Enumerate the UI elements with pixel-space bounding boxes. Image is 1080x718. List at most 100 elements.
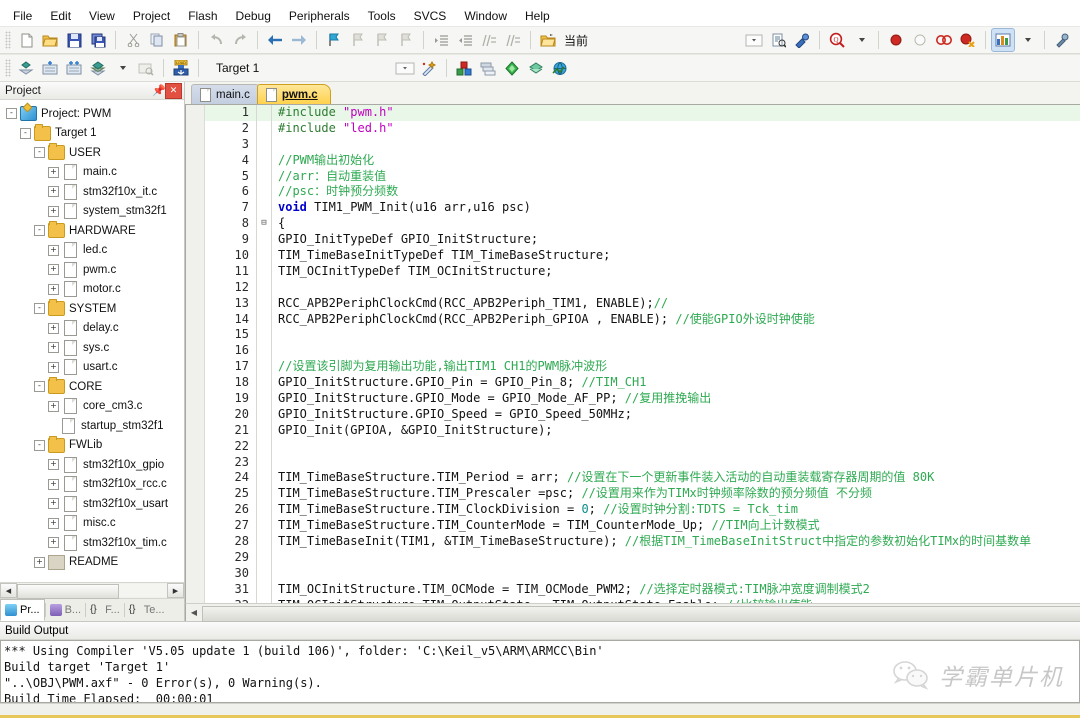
collapse-toggle-icon[interactable]: - [34,439,45,451]
expand-toggle-icon[interactable]: + [48,166,59,178]
code-line[interactable]: 20 GPIO_InitStructure.GPIO_Speed = GPIO_… [205,406,1080,423]
tree-node[interactable]: - USER [0,143,184,163]
stop-build-button[interactable] [134,56,158,80]
tree-node[interactable]: - Target 1 [0,123,184,144]
scroll-thumb[interactable] [17,584,119,599]
navigate-forward-button[interactable] [287,28,311,52]
find-dropdown-button[interactable] [849,28,873,52]
breakpoint-kill-all-button[interactable] [956,28,980,52]
env-button[interactable] [548,56,572,80]
code-line[interactable]: 13 RCC_APB2PeriphClockCmd(RCC_APB2Periph… [205,295,1080,312]
scroll-track[interactable] [17,584,167,599]
tree-node[interactable]: + usart.c [0,358,184,378]
menu-item-view[interactable]: View [80,7,124,25]
expand-toggle-icon[interactable]: + [48,186,59,198]
expand-toggle-icon[interactable]: + [48,342,59,354]
code-line[interactable]: 1 #include "pwm.h" [205,105,1080,121]
code-line[interactable]: 32 TIM_OCInitStructure.TIM_OutputState =… [205,597,1080,603]
tree-node[interactable]: + README [0,553,184,573]
tree-node[interactable]: + motor.c [0,280,184,300]
code-line[interactable]: 7 void TIM1_PWM_Init(u16 arr,u16 psc) [205,200,1080,217]
indent-button[interactable] [429,28,453,52]
breakpoint-insert-button[interactable] [884,28,908,52]
build-output-text[interactable]: *** Using Compiler 'V5.05 update 1 (buil… [0,640,1080,703]
scroll-right-arrow-icon[interactable]: ▶ [167,583,184,598]
editor-tab-main-c[interactable]: main.c [191,84,263,104]
code-line[interactable]: 31 TIM_OCInitStructure.TIM_OCMode = TIM_… [205,581,1080,598]
copy-button[interactable] [145,28,169,52]
breakpoint-disable-all-button[interactable] [932,28,956,52]
fold-toggle-icon[interactable]: ⊟ [256,216,272,233]
code-line[interactable]: 24 TIM_TimeBaseStructure.TIM_Period = ar… [205,470,1080,487]
tree-node[interactable]: + stm32f10x_rcc.c [0,475,184,495]
menu-item-debug[interactable]: Debug [227,7,280,25]
code-line[interactable]: 22 [205,438,1080,455]
expand-toggle-icon[interactable]: + [48,205,59,217]
menu-item-file[interactable]: File [4,7,41,25]
paste-button[interactable] [169,28,193,52]
tree-node[interactable]: - SYSTEM [0,299,184,319]
expand-toggle-icon[interactable]: + [48,478,59,490]
code-view[interactable]: 1 #include "pwm.h" 2 #include "led.h" 3 4 //PW… [185,104,1080,603]
code-line[interactable]: 18 GPIO_InitStructure.GPIO_Pin = GPIO_Pi… [205,375,1080,392]
tab-project[interactable]: Pr... [0,599,45,621]
batch-build-button[interactable] [86,56,110,80]
expand-toggle-icon[interactable]: + [48,537,59,549]
open-file-button[interactable] [38,28,62,52]
undo-button[interactable] [204,28,228,52]
project-tree[interactable]: - Project: PWM - Target 1- USER + main.c + stm32… [0,100,184,582]
tab-books[interactable]: B... [46,600,86,620]
expand-toggle-icon[interactable]: + [48,244,59,256]
tree-node[interactable]: + system_stm32f1 [0,202,184,222]
menu-item-help[interactable]: Help [516,7,559,25]
tree-node[interactable]: - Project: PWM [0,104,184,124]
code-line[interactable]: 8 ⊟ { [205,216,1080,233]
code-line[interactable]: 17 //设置该引脚为复用输出功能,输出TIM1 CH1的PWM脉冲波形 [205,359,1080,376]
tree-node[interactable]: - CORE [0,377,184,397]
code-line[interactable]: 14 RCC_APB2PeriphClockCmd(RCC_APB2Periph… [205,311,1080,328]
find-in-files-button[interactable]: Q [825,28,849,52]
tree-node[interactable]: + main.c [0,163,184,183]
utilities-button[interactable] [1050,28,1074,52]
build-button[interactable] [38,56,62,80]
tab-functions[interactable]: {} F... [86,600,124,620]
current-label[interactable]: 当前 [560,32,592,49]
bookmark-clear-button[interactable] [394,28,418,52]
code-line[interactable]: 9 GPIO_InitTypeDef GPIO_InitStructure; [205,232,1080,249]
tree-node[interactable]: - HARDWARE [0,221,184,241]
menu-item-flash[interactable]: Flash [179,7,226,25]
collapse-toggle-icon[interactable]: - [34,303,45,315]
tree-node[interactable]: + stm32f10x_gpio [0,455,184,475]
code-line[interactable]: 4 //PWM输出初始化 [205,152,1080,169]
code-line[interactable]: 30 [205,565,1080,582]
code-line[interactable]: 11 TIM_OCInitTypeDef TIM_OCInitStructure… [205,263,1080,280]
batch-build-dropdown[interactable] [110,56,134,80]
tree-node[interactable]: + sys.c [0,338,184,358]
collapse-toggle-icon[interactable]: - [34,147,45,159]
menu-item-project[interactable]: Project [124,7,179,25]
code-line[interactable]: 23 [205,454,1080,471]
menu-item-edit[interactable]: Edit [41,7,80,25]
scroll-thumb[interactable] [202,605,1080,622]
download-button[interactable]: LOAD [169,56,193,80]
navigate-back-button[interactable] [263,28,287,52]
window-layout-dropdown[interactable] [1015,28,1039,52]
collapse-toggle-icon[interactable]: - [6,108,17,120]
collapse-toggle-icon[interactable]: - [34,381,45,393]
expand-toggle-icon[interactable]: + [48,459,59,471]
menu-item-window[interactable]: Window [455,7,516,25]
close-icon[interactable]: ✕ [165,82,182,99]
manage-project-items-button[interactable] [476,56,500,80]
expand-toggle-icon[interactable]: + [48,283,59,295]
editor-tab-pwm-c[interactable]: pwm.c [256,84,331,104]
code-line[interactable]: 21 GPIO_Init(GPIOA, &GPIO_InitStructure)… [205,422,1080,439]
uncomment-button[interactable] [501,28,525,52]
code-line[interactable]: 5 //arr：自动重装值 [205,168,1080,185]
new-file-button[interactable] [14,28,38,52]
target-select[interactable] [393,56,417,80]
expand-toggle-icon[interactable]: + [48,498,59,510]
expand-toggle-icon[interactable]: + [48,361,59,373]
code-line[interactable]: 26 TIM_TimeBaseStructure.TIM_ClockDivisi… [205,502,1080,519]
expand-toggle-icon[interactable]: + [34,556,45,568]
pin-icon[interactable]: 📌 [152,84,166,97]
